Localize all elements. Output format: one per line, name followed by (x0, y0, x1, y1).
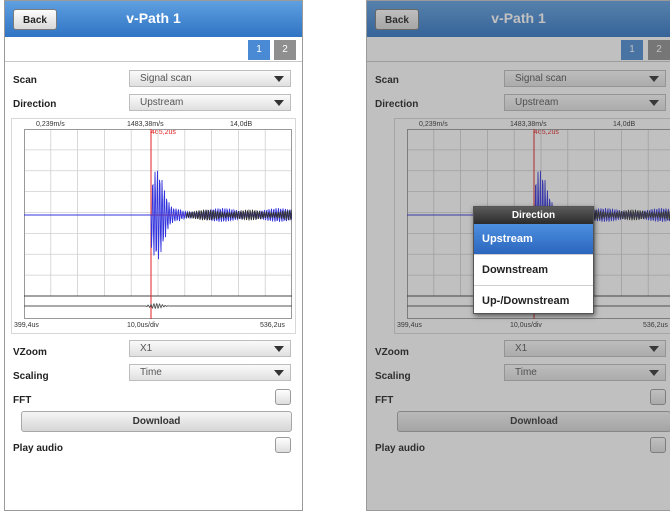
play-audio-label: Play audio (13, 443, 64, 454)
play-audio-label: Play audio (375, 443, 426, 454)
plot-gain: 14,0dB (613, 121, 636, 128)
direction-select[interactable]: Upstream (504, 94, 666, 111)
play-audio-checkbox[interactable] (275, 437, 291, 453)
page-title: v-Path 1 (126, 10, 181, 26)
download-button[interactable]: Download (397, 411, 670, 432)
fft-label: FFT (13, 395, 32, 406)
tab-1[interactable]: 1 (621, 40, 643, 60)
scan-select[interactable]: Signal scan (129, 70, 291, 87)
mini-waveform-path (24, 302, 292, 310)
chevron-down-icon (274, 100, 284, 106)
plot-time-end: 536,2us (260, 322, 285, 329)
download-button[interactable]: Download (21, 411, 292, 432)
direction-select[interactable]: Upstream (129, 94, 291, 111)
tab-bar: 1 2 (5, 37, 302, 62)
plot-time-scale: 10,0us/div (510, 322, 542, 329)
popup-title: Direction (474, 207, 593, 224)
scan-label: Scan (375, 75, 399, 86)
chevron-down-icon (649, 100, 659, 106)
plot-velocity-center: 1483,38m/s (510, 121, 547, 128)
chevron-down-icon (274, 370, 284, 376)
waveform-chart (24, 129, 292, 319)
chevron-down-icon (649, 76, 659, 82)
scaling-select[interactable]: Time (129, 364, 291, 381)
scaling-select[interactable]: Time (504, 364, 666, 381)
direction-value: Upstream (515, 97, 559, 108)
scan-select[interactable]: Signal scan (504, 70, 666, 87)
vzoom-value: X1 (515, 343, 528, 354)
vzoom-label: VZoom (375, 347, 409, 358)
plot-gain: 14,0dB (230, 121, 253, 128)
tab-2[interactable]: 2 (648, 40, 670, 60)
signal-plot: 0,239m/s 1483,38m/s 14,0dB 465,2us 399,4… (11, 118, 296, 334)
plot-time-scale: 10,0us/div (127, 322, 159, 329)
direction-popup: Direction Upstream Downstream Up-/Downst… (473, 206, 594, 314)
plot-velocity-left: 0,239m/s (419, 121, 448, 128)
scaling-label: Scaling (13, 371, 49, 382)
vzoom-select[interactable]: X1 (129, 340, 291, 357)
tab-2[interactable]: 2 (274, 40, 296, 60)
scaling-label: Scaling (375, 371, 411, 382)
tab-bar: 1 2 (367, 37, 670, 62)
fft-checkbox[interactable] (650, 389, 666, 405)
fft-checkbox[interactable] (275, 389, 291, 405)
page-title: v-Path 1 (491, 10, 546, 26)
chevron-down-icon (274, 346, 284, 352)
fft-label: FFT (375, 395, 394, 406)
direction-value: Upstream (140, 97, 184, 108)
option-upstream[interactable]: Upstream (474, 224, 593, 255)
option-up-downstream[interactable]: Up-/Downstream (474, 286, 593, 316)
plot-time-end: 536,2us (643, 322, 668, 329)
title-bar: Back v-Path 1 (5, 1, 302, 37)
chevron-down-icon (274, 76, 284, 82)
chevron-down-icon (649, 370, 659, 376)
phone-screen-main: Back v-Path 1 1 2 Scan Signal scan Direc… (4, 0, 303, 511)
play-audio-checkbox[interactable] (650, 437, 666, 453)
scan-value: Signal scan (515, 73, 567, 84)
scaling-value: Time (140, 367, 162, 378)
vzoom-label: VZoom (13, 347, 47, 358)
plot-velocity-left: 0,239m/s (36, 121, 65, 128)
plot-velocity-center: 1483,38m/s (127, 121, 164, 128)
phone-screen-direction-open: Back v-Path 1 1 2 Scan Signal scan Direc… (366, 0, 670, 511)
mini-waveform (24, 302, 292, 310)
title-bar: Back v-Path 1 (367, 1, 670, 37)
scaling-value: Time (515, 367, 537, 378)
scan-label: Scan (13, 75, 37, 86)
waveform-trace (24, 170, 292, 260)
chevron-down-icon (649, 346, 659, 352)
vzoom-select[interactable]: X1 (504, 340, 666, 357)
direction-label: Direction (13, 99, 57, 110)
scan-value: Signal scan (140, 73, 192, 84)
plot-time-start: 399,4us (397, 322, 422, 329)
direction-label: Direction (375, 99, 419, 110)
tab-1[interactable]: 1 (248, 40, 270, 60)
option-downstream[interactable]: Downstream (474, 255, 593, 286)
vzoom-value: X1 (140, 343, 153, 354)
plot-time-start: 399,4us (14, 322, 39, 329)
